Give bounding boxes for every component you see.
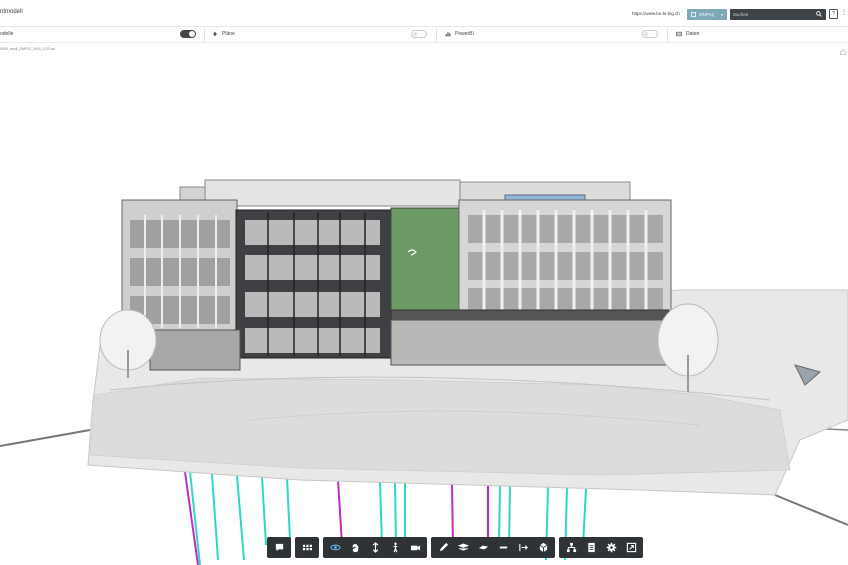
markup-button[interactable] (433, 537, 453, 558)
settings-button[interactable] (601, 537, 621, 558)
tree-structure-icon (566, 542, 576, 553)
markup-pen-icon (439, 542, 448, 552)
layers-button[interactable] (453, 537, 473, 558)
camera-icon (410, 545, 420, 551)
orbit-icon (329, 544, 341, 551)
tab-powerbi[interactable]: PowerBI (445, 31, 474, 37)
comment-icon (275, 543, 283, 552)
pan-button[interactable] (345, 537, 365, 558)
section-button[interactable] (473, 537, 493, 558)
top-bar: ntmodell https://www.bu-bi-big.ch ONProj… (0, 0, 848, 27)
panel-tabs: odelle Pläne PowerBI Daten (0, 27, 848, 43)
pin-icon (213, 31, 217, 37)
orbit-button[interactable] (325, 537, 345, 558)
comment-button[interactable] (269, 537, 289, 558)
3d-viewport[interactable] (0, 55, 848, 565)
toolbar-group (295, 537, 319, 558)
measure-button[interactable] (493, 537, 513, 558)
more-menu-button[interactable]: ⋮ (841, 9, 847, 16)
fullscreen-button[interactable] (621, 537, 641, 558)
search-box[interactable] (730, 9, 826, 20)
layers-icon (457, 543, 469, 551)
project-url[interactable]: https://www.bu-bi-big.ch (632, 11, 680, 16)
chevron-down-icon: ▾ (720, 12, 723, 17)
tab-modelle[interactable]: odelle (0, 31, 13, 37)
fullscreen-icon (626, 542, 636, 553)
toolbar-group (267, 537, 291, 558)
explode-button[interactable] (513, 537, 533, 558)
properties-icon (587, 542, 595, 553)
explode-icon (518, 543, 528, 552)
tab-powerbi-label: PowerBI (455, 31, 474, 37)
properties-button[interactable] (581, 537, 601, 558)
toolbar-group (323, 537, 427, 558)
toolbar-group (559, 537, 643, 558)
bar-chart-icon (445, 32, 451, 37)
model-browser-icon (539, 542, 547, 553)
modelle-toggle[interactable] (180, 30, 196, 38)
tab-modelle-label: odelle (0, 31, 14, 37)
viewer-toolbar (267, 537, 643, 558)
toolbar-group (431, 537, 555, 558)
model-file-name: 0005_modl_OMP42_0000_LOS.ssl (0, 47, 56, 51)
section-plane-icon (478, 545, 488, 550)
structure-tree-button[interactable] (561, 537, 581, 558)
divider (204, 28, 205, 42)
model-icon (691, 12, 696, 17)
powerbi-toggle[interactable] (642, 30, 658, 38)
camera-button[interactable] (405, 537, 425, 558)
search-icon[interactable] (816, 11, 822, 17)
zoom-button[interactable] (365, 537, 385, 558)
tab-daten-label: Daten (686, 31, 700, 37)
grid-menu-icon (302, 544, 312, 551)
tab-plaene[interactable]: Pläne (212, 31, 235, 37)
search-input[interactable] (733, 11, 813, 18)
walk-icon (393, 542, 397, 553)
plaene-toggle[interactable] (411, 30, 427, 38)
model-selector-button[interactable]: ONProj ▾ (687, 9, 727, 20)
pan-hand-icon (352, 543, 358, 553)
zoom-icon (372, 542, 378, 553)
grid-axis-line (0, 429, 91, 447)
measure-icon (499, 546, 507, 549)
help-button[interactable]: ? (829, 9, 838, 19)
building-model (121, 179, 672, 371)
grid-axis-line (774, 494, 848, 526)
model-selector-label: ONProj (699, 12, 714, 17)
tab-plaene-label: Pläne (222, 31, 235, 37)
model-browser-button[interactable] (533, 537, 553, 558)
divider (436, 28, 437, 42)
walk-button[interactable] (385, 537, 405, 558)
settings-gear-icon (606, 542, 616, 553)
app-title: ntmodell (0, 9, 23, 15)
database-icon (676, 31, 682, 37)
grid-menu-button[interactable] (297, 537, 317, 558)
divider (667, 28, 668, 42)
tab-daten[interactable]: Daten (676, 31, 699, 37)
